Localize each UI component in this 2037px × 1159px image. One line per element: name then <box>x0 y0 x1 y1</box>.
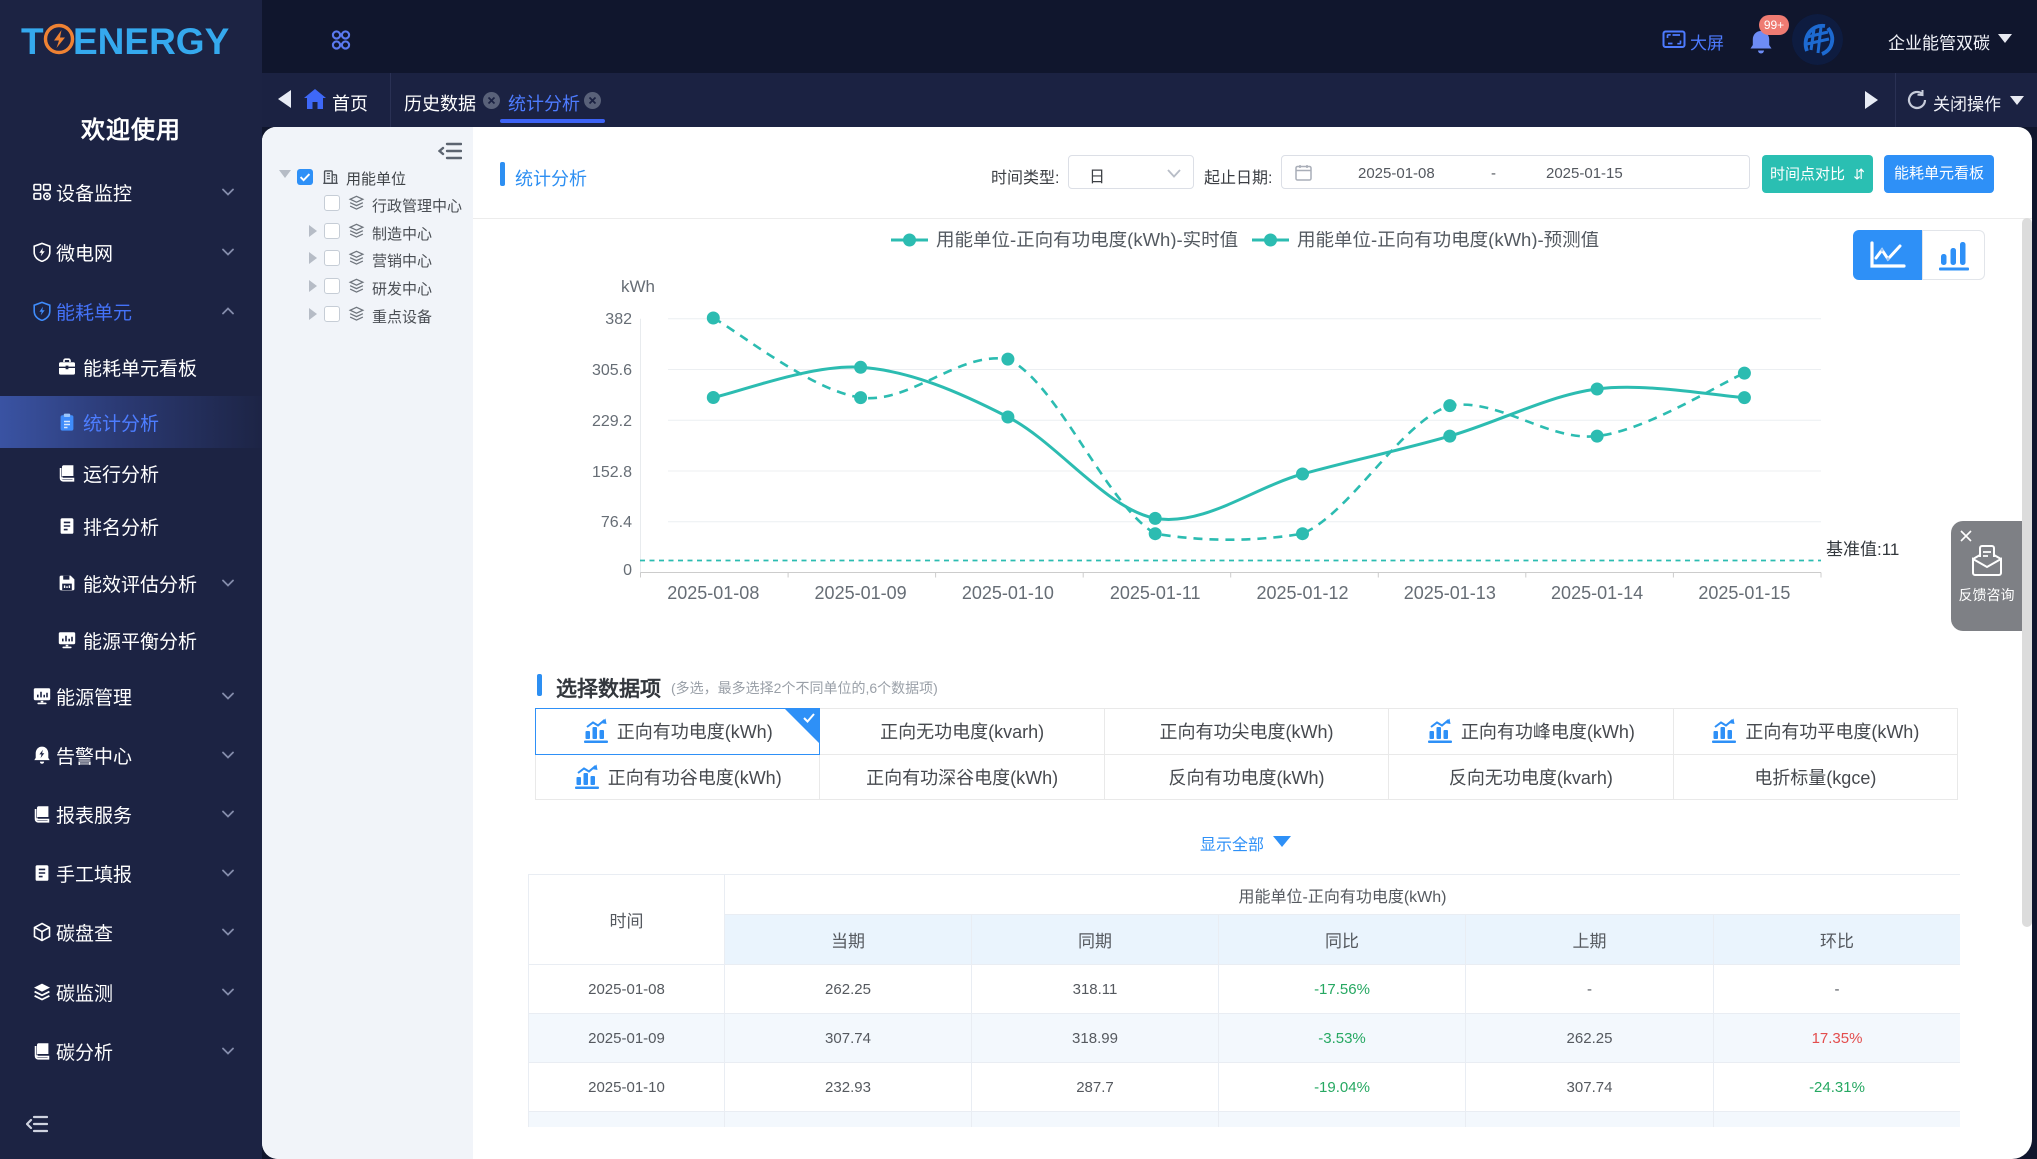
svg-text:kWh: kWh <box>621 277 655 296</box>
svg-text:382: 382 <box>605 311 632 328</box>
svg-text:2025-01-13: 2025-01-13 <box>1404 583 1496 603</box>
svg-text:0: 0 <box>623 562 632 579</box>
svg-text:ENERGY: ENERGY <box>73 21 230 62</box>
svg-text:229.2: 229.2 <box>592 413 632 430</box>
svg-text:T: T <box>21 21 44 62</box>
svg-text:2025-01-14: 2025-01-14 <box>1551 583 1643 603</box>
svg-text:2025-01-11: 2025-01-11 <box>1110 583 1201 603</box>
svg-text:2025-01-08: 2025-01-08 <box>667 583 759 603</box>
svg-text:2025-01-09: 2025-01-09 <box>815 583 907 603</box>
svg-text:基准值:11: 基准值:11 <box>1826 540 1899 559</box>
svg-text:2025-01-10: 2025-01-10 <box>962 583 1054 603</box>
svg-text:用能单位-正向有功电度(kWh)-预测值: 用能单位-正向有功电度(kWh)-预测值 <box>1297 231 1599 249</box>
svg-text:2025-01-15: 2025-01-15 <box>1698 583 1790 603</box>
svg-text:305.6: 305.6 <box>592 362 632 379</box>
svg-text:2025-01-12: 2025-01-12 <box>1256 583 1348 603</box>
svg-text:76.4: 76.4 <box>601 514 632 531</box>
svg-text:用能单位-正向有功电度(kWh)-实时值: 用能单位-正向有功电度(kWh)-实时值 <box>936 231 1238 249</box>
svg-text:152.8: 152.8 <box>592 464 632 481</box>
